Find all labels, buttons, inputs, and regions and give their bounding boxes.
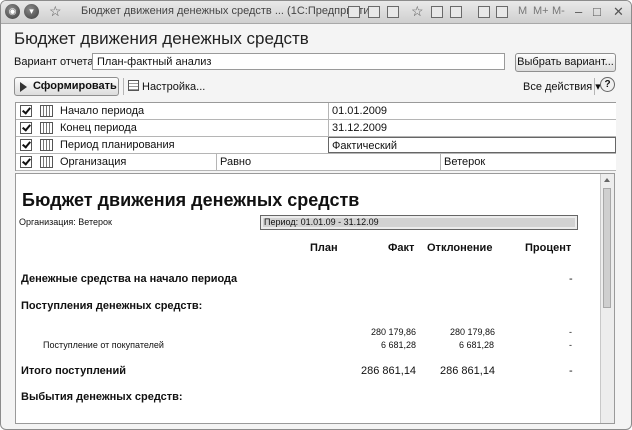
star-icon[interactable]: ☆ [49,3,62,20]
section-income: Поступления денежных средств: [21,300,203,312]
parameter-value[interactable]: Ветерок [444,154,485,170]
maximize-icon[interactable]: □ [593,4,601,19]
calendar-icon[interactable] [496,6,508,18]
memory-plus-button[interactable]: M+ [533,5,549,17]
parameter-value[interactable]: 01.01.2009 [332,103,387,119]
parameter-icon [40,122,53,134]
income-row-label: Поступление от покупателей [43,340,164,350]
preview-icon[interactable] [387,6,399,18]
vertical-scrollbar[interactable] [600,174,614,423]
close-icon[interactable]: ✕ [613,4,624,20]
parameter-label: Организация [60,156,127,168]
scroll-up-icon[interactable] [604,178,610,182]
parameter-comparison[interactable]: Равно [220,154,251,170]
form-title: Бюджет движения денежных средств [14,29,309,48]
report-title: Бюджет движения денежных средств [22,190,360,210]
parameter-row-organization: Организация Равно Ветерок [16,154,616,171]
history-icon[interactable] [431,6,443,18]
section-start-balance: Денежные средства на начало периода [21,273,238,285]
minimize-icon[interactable]: – [575,4,582,19]
parameter-checkbox[interactable] [20,122,32,134]
copy-icon[interactable] [450,6,462,18]
favorite-icon[interactable]: ☆ [411,3,424,20]
parameter-label: Период планирования [60,139,175,151]
toolbar-separator [594,78,595,95]
total-income-label: Итого поступлений [21,365,126,377]
income-percent: - [569,327,572,337]
all-actions-label: Все действия [523,81,593,93]
parameter-label: Начало периода [60,105,145,117]
window-title: Бюджет движения денежных средств ... (1С… [81,5,380,17]
variant-field[interactable]: План-фактный анализ [92,53,505,70]
settings-icon [128,80,139,91]
report-window: ◉ ▾ ☆ Бюджет движения денежных средств .… [0,0,632,430]
report-output[interactable]: Бюджет движения денежных средств Организ… [15,173,615,424]
memory-minus-button[interactable]: M- [552,5,565,17]
total-income-deviation: 286 861,14 [440,365,496,377]
parameters-table: Начало периода 01.01.2009 Конец периода … [15,102,616,171]
parameter-checkbox[interactable] [20,156,32,168]
scroll-thumb[interactable] [603,188,611,308]
column-header-deviation: Отклонение [427,242,493,254]
calculator-icon[interactable] [478,6,490,18]
toolbar-separator [123,78,124,95]
total-income-percent: - [569,365,573,377]
income-deviation: 280 179,86 [450,327,496,337]
variant-label: Вариант отчета: [14,56,97,68]
parameter-row-planning: Период планирования Фактический [16,137,616,154]
parameter-icon [40,139,53,151]
income-row-percent: - [569,340,572,350]
settings-button[interactable]: Настройка... [128,80,205,93]
parameter-label: Конец периода [60,122,137,134]
generate-button[interactable]: Сформировать [14,77,119,96]
income-fact: 280 179,86 [371,327,417,337]
parameter-icon [40,105,53,117]
report-organization: Организация: Ветерок [19,217,112,227]
help-icon[interactable]: ? [600,77,615,92]
all-actions-menu[interactable]: Все действия ▾ [523,80,601,93]
column-header-plan: План [310,242,338,254]
save-icon[interactable] [348,6,360,18]
income-row-deviation: 6 681,28 [459,340,495,350]
generate-button-label: Сформировать [33,80,117,92]
parameter-row-end: Конец периода 31.12.2009 [16,120,616,137]
parameter-row-start: Начало периода 01.01.2009 [16,103,616,120]
parameter-checkbox[interactable] [20,105,32,117]
income-row-fact: 6 681,28 [381,340,417,350]
parameter-value[interactable]: 31.12.2009 [332,120,387,136]
play-icon [20,82,27,92]
title-bar: ◉ ▾ ☆ Бюджет движения денежных средств .… [1,1,631,24]
start-balance-percent: - [569,273,573,285]
memory-m-button[interactable]: M [518,5,527,17]
column-header-fact: Факт [388,242,415,254]
section-outflow: Выбытия денежных средств: [21,391,183,403]
parameter-icon [40,156,53,168]
print-icon[interactable] [368,6,380,18]
total-income-fact: 286 861,14 [361,365,417,377]
parameter-value[interactable]: Фактический [328,137,616,153]
select-variant-button[interactable]: Выбрать вариант... [515,53,616,72]
app-menu-icon[interactable]: ◉ [5,4,20,19]
report-period: Период: 01.01.09 - 31.12.09 [260,215,578,230]
column-header-percent: Процент [525,242,572,254]
parameter-checkbox[interactable] [20,139,32,151]
chevron-down-icon[interactable]: ▾ [24,4,39,19]
settings-button-label: Настройка... [142,81,206,93]
